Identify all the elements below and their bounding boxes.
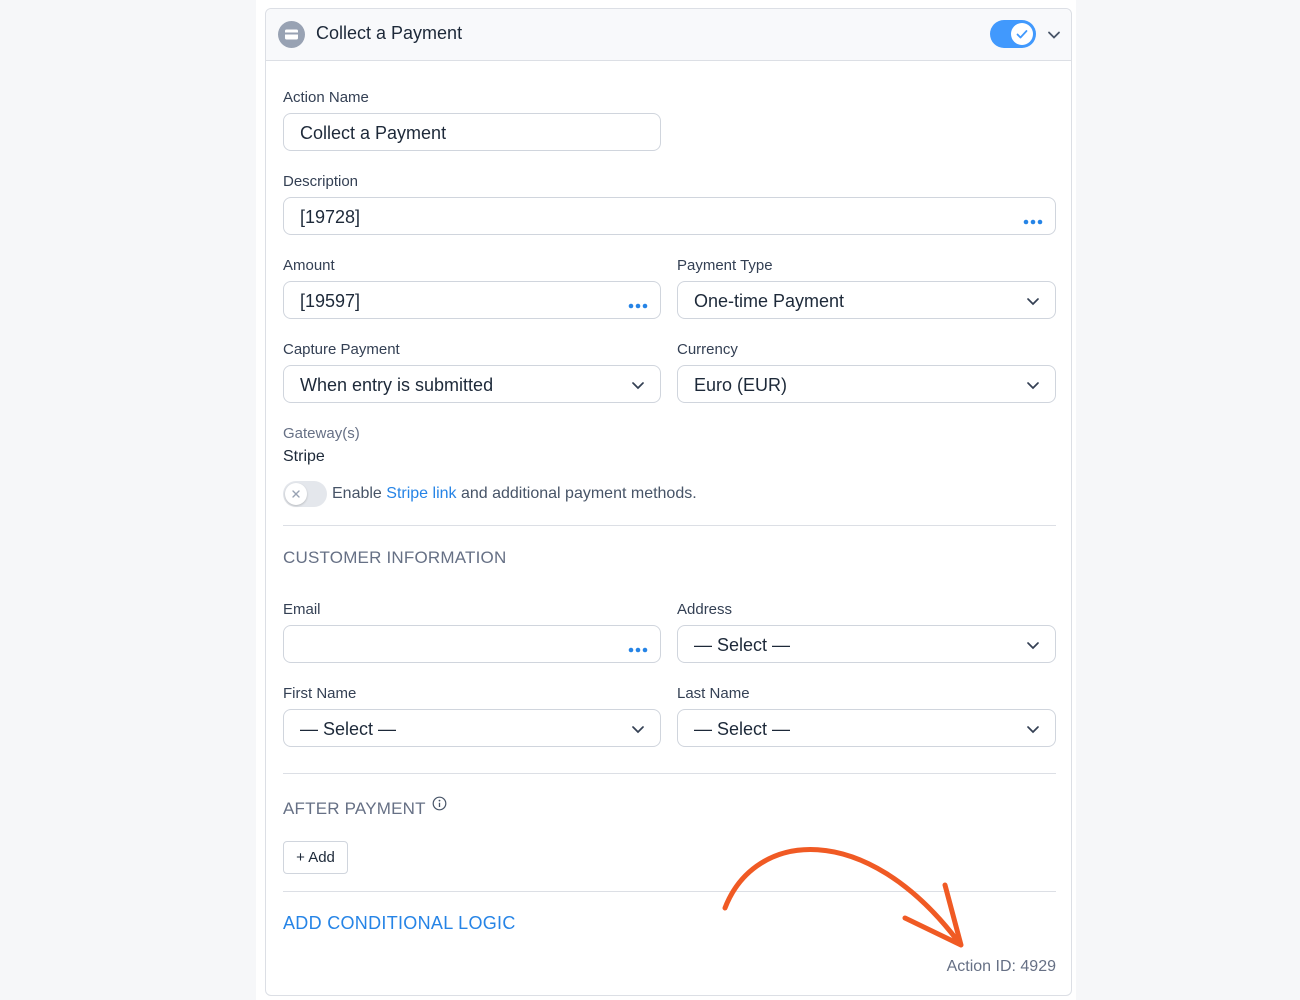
add-after-payment-button[interactable]: + Add — [283, 841, 348, 874]
chevron-down-icon — [630, 377, 646, 393]
address-select[interactable]: — Select — — [677, 625, 1056, 663]
chevron-down-icon — [1025, 637, 1041, 653]
amount-input[interactable]: [19597] — [283, 281, 661, 319]
smart-tags-icon[interactable] — [1023, 211, 1043, 225]
last-name-select[interactable]: — Select — — [677, 709, 1056, 747]
description-input[interactable]: [19728] — [283, 197, 1056, 235]
smart-tags-icon[interactable] — [628, 639, 648, 653]
collapse-chevron-icon[interactable] — [1045, 26, 1063, 44]
info-icon[interactable] — [432, 796, 447, 816]
payment-icon — [278, 21, 305, 48]
amount-label: Amount — [283, 257, 335, 274]
action-title: Collect a Payment — [316, 23, 463, 43]
divider — [283, 525, 1056, 526]
last-name-value: — Select — — [694, 719, 791, 739]
close-icon — [292, 490, 300, 498]
chevron-down-icon — [1025, 293, 1041, 309]
first-name-value: — Select — — [300, 719, 397, 739]
enable-prefix: Enable — [332, 485, 387, 502]
last-name-label: Last Name — [677, 685, 750, 702]
email-label: Email — [283, 601, 321, 618]
stripe-link-description: Enable Stripe link and additional paymen… — [332, 485, 697, 503]
smart-tags-icon[interactable] — [628, 295, 648, 309]
action-name-label: Action Name — [283, 89, 369, 106]
divider — [283, 773, 1056, 774]
toggle-knob — [1011, 23, 1033, 45]
annotation-arrow-icon — [722, 847, 964, 948]
first-name-label: First Name — [283, 685, 357, 702]
first-name-select[interactable]: — Select — — [283, 709, 661, 747]
after-payment-heading: AFTER PAYMENT — [283, 799, 426, 818]
capture-payment-select[interactable]: When entry is submitted — [283, 365, 661, 403]
address-label: Address — [677, 601, 733, 618]
capture-payment-label: Capture Payment — [283, 341, 400, 358]
email-field[interactable] — [283, 625, 661, 663]
gateway-stripe: Stripe — [283, 448, 325, 465]
action-name-input[interactable]: Collect a Payment — [283, 113, 661, 151]
chevron-down-icon — [1025, 721, 1041, 737]
enable-suffix: and additional payment methods. — [456, 485, 697, 502]
currency-value: Euro (EUR) — [694, 375, 788, 395]
action-header[interactable]: Collect a Payment — [266, 9, 1071, 61]
customer-information-heading: CUSTOMER INFORMATION — [283, 548, 507, 567]
action-enabled-toggle[interactable] — [990, 20, 1036, 48]
payment-type-label: Payment Type — [677, 257, 773, 274]
payment-type-select[interactable]: One-time Payment — [677, 281, 1056, 319]
toggle-knob — [285, 483, 307, 505]
action-name-value: Collect a Payment — [300, 123, 447, 143]
currency-select[interactable]: Euro (EUR) — [677, 365, 1056, 403]
address-value: — Select — — [694, 635, 791, 655]
payment-type-value: One-time Payment — [694, 291, 845, 311]
stripe-link-toggle[interactable] — [283, 481, 327, 507]
check-icon — [1016, 30, 1028, 39]
chevron-down-icon — [630, 721, 646, 737]
description-label: Description — [283, 173, 359, 190]
stripe-link[interactable]: Stripe link — [386, 485, 456, 502]
description-value: [19728] — [300, 207, 361, 227]
add-conditional-logic-link[interactable]: ADD CONDITIONAL LOGIC — [283, 913, 516, 934]
currency-label: Currency — [677, 341, 738, 358]
amount-value: [19597] — [300, 291, 361, 311]
action-id: Action ID: 4929 — [946, 958, 1056, 975]
gateways-label: Gateway(s) — [283, 425, 360, 442]
chevron-down-icon — [1025, 377, 1041, 393]
capture-payment-value: When entry is submitted — [300, 375, 494, 395]
